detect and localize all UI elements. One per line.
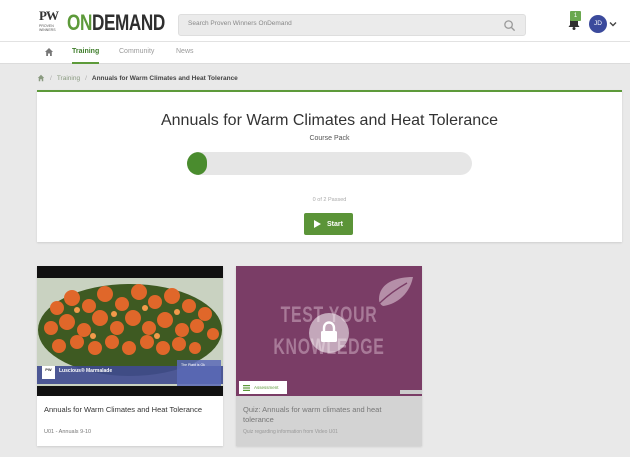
plant-label-card-text: The Plant is Ok [181,363,205,367]
start-button-label: Start [327,220,343,228]
course-subtitle: Course Pack [309,135,350,142]
pw-logo-tagline: PROVEN WINNERS [39,24,56,32]
wordmark-demand: DEMAND [91,10,165,35]
assessment-icon [243,384,250,391]
progress-status: 0 of 2 Passed [312,197,347,203]
breadcrumb-training[interactable]: Training [57,75,80,82]
notification-badge[interactable]: 1 [570,11,581,21]
lock-icon [321,321,337,342]
course-title: Annuals for Warm Climates and Heat Toler… [160,112,499,129]
leaf-icon [374,277,413,309]
thumb-strip [400,390,422,394]
wordmark-on: ON [67,10,92,35]
tab-community[interactable]: Community [119,48,154,64]
top-bar: PW PROVEN WINNERS ONDEMAND Search Proven… [0,0,630,42]
quiz-thumbnail[interactable]: TEST YOUR KNOWLEDGE Assessment [236,266,422,396]
search-icon[interactable] [503,19,516,32]
main-nav: Training Community News [0,42,630,64]
assessment-badge: Assessment [239,381,287,394]
plant-photo: The Plant is Ok PW Luscious® Marmalade [37,278,223,386]
card-thumbnail[interactable]: The Plant is Ok PW Luscious® Marmalade [37,266,223,396]
tab-training[interactable]: Training [72,48,100,64]
plant-name: Luscious® Marmalade [59,368,113,374]
avatar[interactable]: JD [589,15,607,33]
breadcrumb-current: Annuals for Warm Climates and Heat Toler… [91,74,238,82]
chevron-down-icon[interactable] [609,20,617,28]
course-panel: Annuals for Warm Climates and Heat Toler… [37,90,622,242]
card-title[interactable]: Quiz: Annuals for warm climates and heat… [243,405,413,425]
progress-fill [187,152,207,175]
ondemand-wordmark: ONDEMAND [67,11,165,35]
search-input[interactable]: Search Proven Winners OnDemand [178,14,526,36]
pw-logo-mark: PW PROVEN WINNERS [38,8,64,36]
progress-bar [187,152,472,175]
home-icon[interactable] [44,47,54,57]
home-icon[interactable] [37,74,45,82]
breadcrumb: / Training / Annuals for Warm Climates a… [37,72,238,84]
card-title[interactable]: Annuals for Warm Climates and Heat Toler… [44,405,214,415]
course-card[interactable]: The Plant is Ok PW Luscious® Marmalade A… [37,266,223,446]
search-placeholder: Search Proven Winners OnDemand [188,20,292,27]
pw-logo-text: PW [39,8,59,23]
pw-label-logo: PW [42,366,55,379]
tab-news[interactable]: News [176,48,194,64]
play-icon [314,220,322,228]
assessment-badge-label: Assessment [254,385,279,390]
quiz-card[interactable]: TEST YOUR KNOWLEDGE Assessment Quiz: Ann… [236,266,422,446]
breadcrumb-separator: / [85,74,87,82]
breadcrumb-separator: / [50,74,52,82]
brand-logo[interactable]: PW PROVEN WINNERS ONDEMAND [38,8,193,36]
start-button[interactable]: Start [304,213,353,235]
card-meta: Quiz regarding information from Video U0… [243,429,338,435]
card-meta: U01 - Annuals 9-10 [44,429,92,435]
